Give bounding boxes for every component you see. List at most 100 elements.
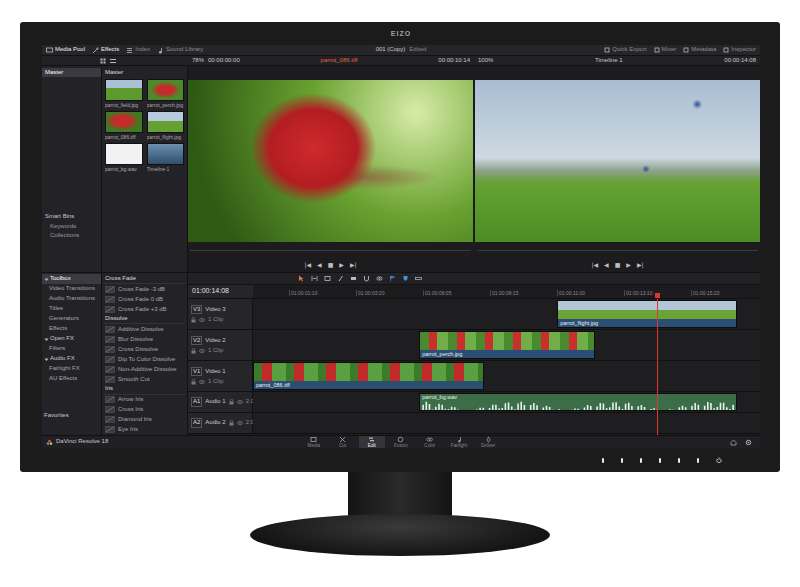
pointer-icon[interactable] (298, 275, 305, 282)
smart-bin-item[interactable]: Collections (42, 231, 101, 240)
lock-icon[interactable] (191, 317, 196, 323)
zoom-icon[interactable] (415, 275, 422, 282)
effect-item[interactable]: Cross Fade +3 dB (104, 304, 185, 314)
tree-item[interactable]: AU Effects (42, 374, 101, 384)
monitor-button[interactable] (621, 458, 623, 463)
transport-button[interactable]: ▶| (350, 261, 357, 268)
track-id[interactable]: V1 (191, 367, 202, 376)
lock-icon[interactable] (229, 399, 234, 405)
track-id[interactable]: V2 (191, 336, 202, 345)
tree-item[interactable]: Effects (42, 324, 101, 334)
effect-item[interactable]: Cross Fade 0 dB (104, 294, 185, 304)
tree-item[interactable]: Open FX (42, 334, 101, 344)
media-clip[interactable]: parrot_field.jpg (105, 79, 143, 108)
transport-button[interactable]: ▶ (626, 261, 631, 268)
source-viewer[interactable] (188, 80, 473, 242)
eye-icon[interactable] (199, 379, 205, 385)
home-icon[interactable] (730, 439, 737, 446)
eye-icon[interactable] (199, 348, 205, 354)
tree-item[interactable]: Audio FX (42, 354, 101, 364)
list-view-icon[interactable] (110, 58, 116, 64)
clip-thumbnail[interactable] (105, 79, 143, 101)
transport-button[interactable]: ▶ (339, 261, 344, 268)
tree-item[interactable]: Fairlight FX (42, 364, 101, 374)
trim-icon[interactable] (311, 275, 318, 282)
monitor-button[interactable] (602, 458, 604, 463)
monitor-button[interactable] (678, 458, 680, 463)
effect-item[interactable]: Smooth Cut (104, 374, 185, 384)
effect-item[interactable]: Blur Dissolve (104, 334, 185, 344)
transport-button[interactable]: ▶| (637, 261, 644, 268)
inspector-tab[interactable]: Inspector (723, 46, 756, 53)
overwrite-icon[interactable] (350, 275, 357, 282)
page-tab[interactable]: Fairlight (446, 436, 472, 448)
page-tab[interactable]: Media (301, 436, 327, 448)
power-icon[interactable] (716, 457, 722, 463)
tree-item[interactable]: Titles (42, 304, 101, 314)
transport-button[interactable]: |◀ (304, 261, 311, 268)
playhead[interactable] (657, 299, 658, 435)
monitor-button[interactable] (640, 458, 642, 463)
page-tab[interactable]: Deliver (475, 436, 501, 448)
page-tab[interactable]: Edit (359, 436, 385, 448)
media-clip[interactable]: Timeline 1 (147, 143, 185, 172)
eye-icon[interactable] (199, 317, 205, 323)
playhead-handle[interactable] (655, 293, 660, 298)
monitor-button[interactable] (659, 458, 661, 463)
inspector-tab[interactable]: Mixer (654, 46, 677, 53)
link-icon[interactable] (376, 275, 383, 282)
timeline-clip[interactable]: parrot_bg.wav (419, 393, 737, 411)
page-tab[interactable]: Color (417, 436, 443, 448)
clip-thumbnail[interactable] (147, 111, 185, 133)
media-clip[interactable]: parrot_bg.wav (105, 143, 143, 172)
source-scrubber[interactable] (190, 250, 471, 251)
timeline-name[interactable]: Timeline 1 (595, 57, 622, 64)
transport-button[interactable]: |◀ (591, 261, 598, 268)
panel-tab[interactable]: Media Pool (46, 46, 85, 53)
timeline-ruler[interactable]: 01:00:01:1001:00:03:2001:00:06:0501:00:0… (253, 285, 760, 298)
effect-item[interactable]: Arrow Iris (104, 395, 185, 405)
effect-item[interactable]: Diamond Iris (104, 415, 185, 425)
track-id[interactable]: A2 (191, 418, 202, 427)
effect-item[interactable]: Non-Additive Dissolve (104, 364, 185, 374)
panel-tab[interactable]: Index (126, 46, 150, 53)
transport-button[interactable]: ■ (328, 261, 334, 268)
clip-thumbnail[interactable] (105, 143, 143, 165)
lock-icon[interactable] (191, 379, 196, 385)
panel-tab[interactable]: Sound Library (157, 46, 203, 53)
clip-thumbnail[interactable] (105, 111, 143, 133)
flag-icon[interactable] (389, 275, 396, 282)
track-id[interactable]: V3 (191, 305, 202, 314)
tree-item[interactable]: Audio Transitions (42, 294, 101, 304)
clip-thumbnail[interactable] (147, 79, 185, 101)
timeline-clip[interactable]: parrot_perch.jpg (419, 331, 595, 359)
tree-item[interactable]: Filters (42, 344, 101, 354)
transport-button[interactable]: ◀ (317, 261, 322, 268)
timeline-viewer[interactable] (475, 80, 760, 242)
timeline-clip[interactable]: parrot_086.tiff (253, 362, 484, 390)
dynamic-trim-icon[interactable] (324, 275, 331, 282)
tree-item[interactable]: Toolbox (42, 274, 101, 284)
panel-tab[interactable]: Effects (92, 46, 119, 53)
effect-item[interactable]: Cross Iris (104, 405, 185, 415)
source-clip-name[interactable]: parrot_086.tiff (321, 57, 358, 64)
effect-item[interactable]: Cross Fade -3 dB (104, 284, 185, 294)
effect-item[interactable]: Cross Dissolve (104, 344, 185, 354)
effect-item[interactable]: Dip To Color Dissolve (104, 354, 185, 364)
timeline-scrubber[interactable] (477, 250, 758, 251)
favorites-row[interactable]: Favorites (42, 411, 101, 421)
bin-item[interactable]: Master (42, 68, 101, 77)
gear-icon[interactable] (745, 439, 752, 446)
lock-icon[interactable] (191, 348, 196, 354)
clip-thumbnail[interactable] (147, 143, 185, 165)
timeline-clip[interactable]: parrot_flight.jpg (557, 300, 737, 328)
tree-item[interactable]: Video Transitions (42, 284, 101, 294)
media-clip[interactable]: parrot_086.tiff (105, 111, 143, 140)
marker-icon[interactable] (402, 275, 409, 282)
smart-bin-item[interactable]: Keywords (42, 222, 101, 231)
lock-icon[interactable] (229, 420, 234, 426)
blade-icon[interactable] (337, 275, 344, 282)
effect-item[interactable]: Additive Dissolve (104, 324, 185, 334)
monitor-button[interactable] (697, 458, 699, 463)
transport-button[interactable]: ■ (615, 261, 621, 268)
